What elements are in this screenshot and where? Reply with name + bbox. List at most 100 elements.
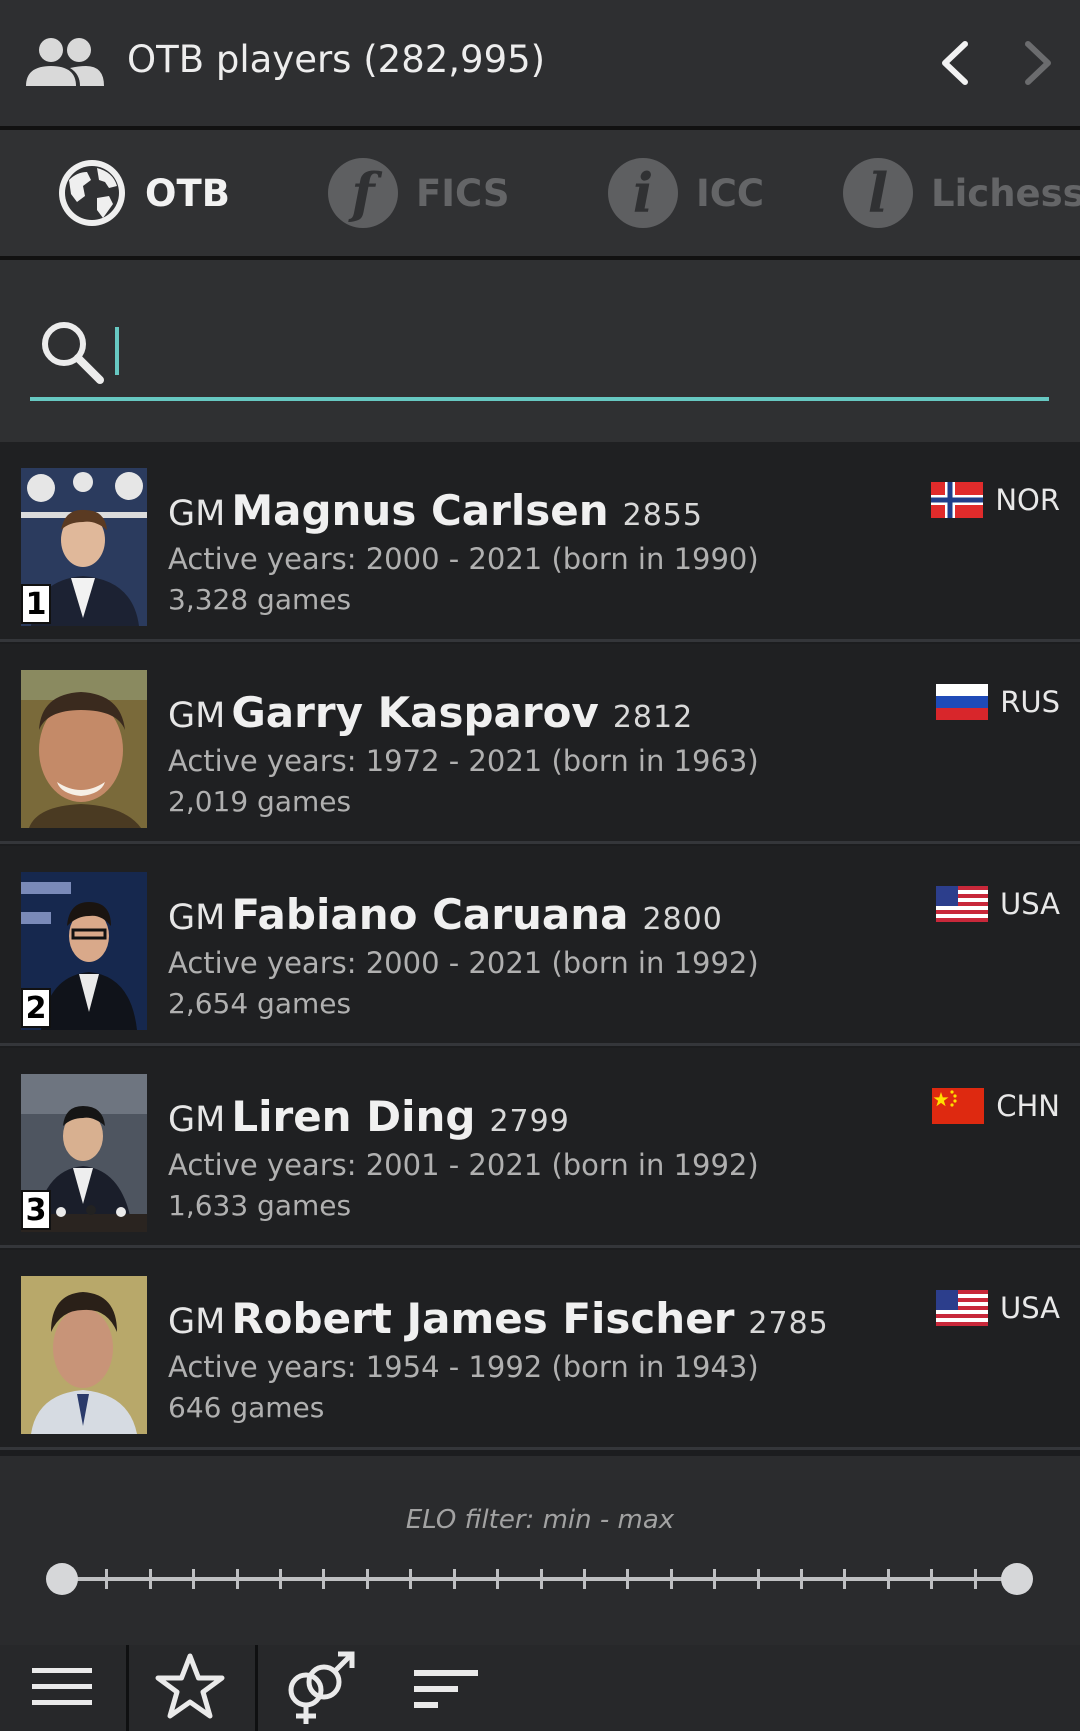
player-title: GM xyxy=(168,898,226,938)
player-name: Garry Kasparov xyxy=(231,688,599,737)
list-item[interactable]: 1 GM Magnus Carlsen 2855 Active years: 200… xyxy=(0,442,1080,642)
games-count: 3,328 games xyxy=(168,583,352,616)
list-item[interactable]: GM Garry Kasparov 2812 Active years: 1972 … xyxy=(0,644,1080,844)
slider-tick xyxy=(930,1569,934,1589)
flag-chn-icon xyxy=(932,1088,985,1124)
flag-usa-icon xyxy=(935,886,988,922)
active-years: Active years: 2000 - 2021 (born in 1990) xyxy=(168,542,759,576)
slider-tick xyxy=(192,1569,196,1589)
country: USA xyxy=(935,1290,1060,1326)
search-input[interactable] xyxy=(118,318,1022,384)
chevron-left-icon[interactable] xyxy=(935,38,975,88)
slider-tick xyxy=(713,1569,717,1589)
elo-max-handle[interactable] xyxy=(1001,1563,1033,1595)
slider-tick xyxy=(582,1569,586,1589)
page-title: OTB players (282,995) xyxy=(127,38,546,81)
player-title: GM xyxy=(168,1302,226,1342)
games-count: 1,633 games xyxy=(168,1189,352,1222)
player-rating: 2800 xyxy=(642,902,723,937)
country-code: RUS xyxy=(1000,685,1060,719)
row-divider xyxy=(0,841,1080,844)
slider-tick xyxy=(105,1569,109,1589)
country-code: USA xyxy=(999,1291,1060,1325)
games-count: 2,019 games xyxy=(168,785,352,818)
slider-tick xyxy=(409,1569,413,1589)
slider-tick xyxy=(843,1569,847,1589)
tab-label: Lichess xyxy=(931,171,1080,215)
gender-icon[interactable] xyxy=(282,1650,358,1726)
tab-fics[interactable]: f FICS xyxy=(328,130,510,256)
rank-badge: 1 xyxy=(21,584,51,624)
globe-icon xyxy=(59,160,125,226)
country: NOR xyxy=(931,482,1060,518)
player-name: Fabiano Caruana xyxy=(231,890,629,939)
row-divider xyxy=(0,1447,1080,1450)
source-tabs: OTB f FICS i ICC l Lichess xyxy=(0,130,1080,256)
elo-min-handle[interactable] xyxy=(46,1563,78,1595)
sort-icon[interactable] xyxy=(410,1650,486,1726)
flag-rus-icon xyxy=(936,684,989,720)
fics-icon: f xyxy=(328,158,398,228)
app-header: OTB players (282,995) xyxy=(0,0,1080,126)
icc-icon: i xyxy=(608,158,678,228)
slider-tick xyxy=(756,1569,760,1589)
tab-otb[interactable]: OTB xyxy=(57,130,230,256)
flag-usa-icon xyxy=(935,1290,988,1326)
tab-label: OTB xyxy=(145,171,230,215)
country-code: CHN xyxy=(996,1089,1060,1123)
player-photo xyxy=(21,1276,147,1434)
slider-tick xyxy=(669,1569,673,1589)
player-photo xyxy=(21,670,147,828)
search-underline xyxy=(30,397,1049,401)
games-count: 2,654 games xyxy=(168,987,352,1020)
player-heading: GM Garry Kasparov 2812 xyxy=(168,688,693,737)
active-years: Active years: 2000 - 2021 (born in 1992) xyxy=(168,946,759,980)
country-code: NOR xyxy=(995,483,1060,517)
tab-icc[interactable]: i ICC xyxy=(608,130,764,256)
slider-tick xyxy=(973,1569,977,1589)
rank-badge: 3 xyxy=(21,1190,51,1230)
slider-tick xyxy=(496,1569,500,1589)
country-code: USA xyxy=(999,887,1060,921)
list-item[interactable]: GM Robert James Fischer 2785 Active years:… xyxy=(0,1250,1080,1450)
slider-tick xyxy=(279,1569,283,1589)
tab-label: FICS xyxy=(416,171,510,215)
list-item[interactable]: 3 GM Liren Ding 2799 Active years: 2001 - … xyxy=(0,1048,1080,1248)
slider-tick xyxy=(322,1569,326,1589)
player-title: GM xyxy=(168,494,226,534)
star-icon[interactable] xyxy=(152,1650,228,1726)
player-heading: GM Liren Ding 2799 xyxy=(168,1092,570,1141)
slider-tick xyxy=(235,1569,239,1589)
menu-icon[interactable] xyxy=(26,1650,102,1726)
row-divider xyxy=(0,639,1080,642)
tab-label: ICC xyxy=(696,171,765,215)
slider-tick xyxy=(886,1569,890,1589)
toolbar-divider xyxy=(255,1645,258,1731)
slider-tick xyxy=(452,1569,456,1589)
player-heading: GM Robert James Fischer 2785 xyxy=(168,1294,829,1343)
country: CHN xyxy=(932,1088,1060,1124)
country: USA xyxy=(935,886,1060,922)
elo-filter-label: ELO filter: min - max xyxy=(405,1505,675,1535)
player-name: Liren Ding xyxy=(231,1092,476,1141)
tab-lichess[interactable]: l Lichess xyxy=(843,130,1080,256)
player-heading: GM Fabiano Caruana 2800 xyxy=(168,890,723,939)
slider-tick xyxy=(799,1569,803,1589)
chevron-right-icon[interactable] xyxy=(1018,38,1058,88)
people-icon xyxy=(26,38,104,86)
player-heading: GM Magnus Carlsen 2855 xyxy=(168,486,703,535)
slider-tick xyxy=(539,1569,543,1589)
player-list: 1 GM Magnus Carlsen 2855 Active years: 200… xyxy=(0,442,1080,1456)
player-rating: 2799 xyxy=(489,1104,570,1139)
toolbar-divider xyxy=(126,1645,129,1731)
active-years: Active years: 1954 - 1992 (born in 1943) xyxy=(168,1350,759,1384)
player-rating: 2855 xyxy=(622,498,703,533)
rank-badge: 2 xyxy=(21,988,51,1028)
slider-tick xyxy=(626,1569,630,1589)
slider-tick xyxy=(148,1569,152,1589)
list-item[interactable]: 2 GM Fabiano Caruana 2800 Active years: 20… xyxy=(0,846,1080,1046)
country: RUS xyxy=(936,684,1060,720)
active-years: Active years: 2001 - 2021 (born in 1992) xyxy=(168,1148,759,1182)
row-divider xyxy=(0,1245,1080,1248)
search-icon xyxy=(42,322,104,384)
